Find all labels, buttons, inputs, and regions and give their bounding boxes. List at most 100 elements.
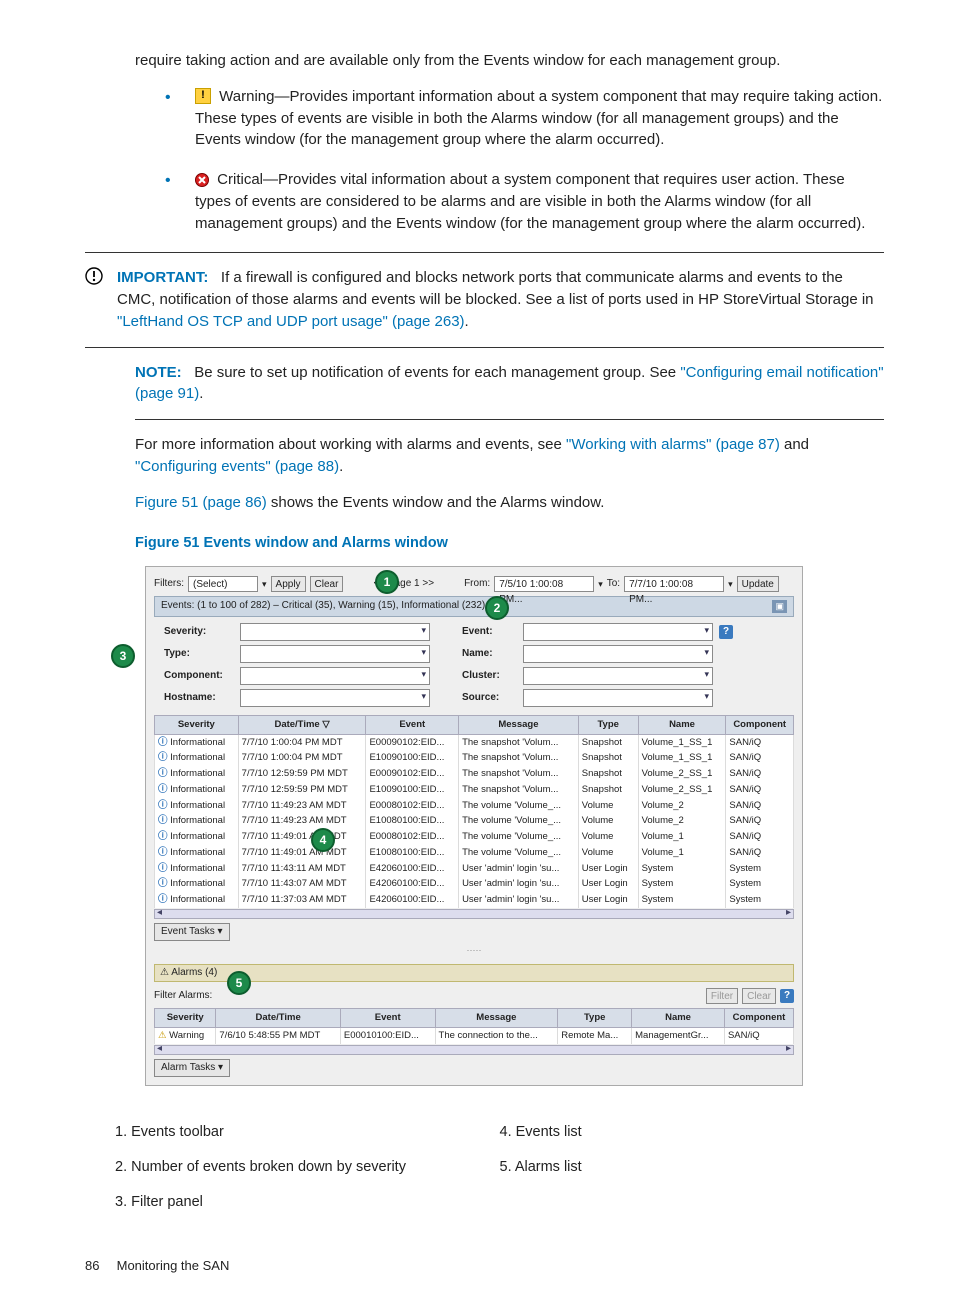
hostname-label: Hostname: bbox=[164, 691, 234, 706]
table-row[interactable]: Informational7/7/10 1:00:04 PM MDTE10090… bbox=[155, 750, 794, 766]
events-toolbar: Filters: (Select) ▾ Apply Clear << Page … bbox=[154, 576, 794, 592]
name-label: Name: bbox=[462, 647, 517, 662]
events-summary-bar: Events: (1 to 100 of 282) – Critical (35… bbox=[154, 596, 794, 617]
column-header[interactable]: Date/Time ▽ bbox=[238, 715, 366, 734]
severity-select[interactable] bbox=[240, 623, 430, 641]
note-label: NOTE: bbox=[135, 364, 182, 381]
column-header[interactable]: Name bbox=[638, 715, 726, 734]
column-header[interactable]: Component bbox=[724, 1009, 793, 1028]
events-table: SeverityDate/Time ▽EventMessageTypeNameC… bbox=[154, 715, 794, 908]
figure-ref: Figure 51 (page 86) shows the Events win… bbox=[135, 492, 884, 514]
filters-select[interactable]: (Select) bbox=[188, 576, 258, 592]
type-select[interactable] bbox=[240, 645, 430, 663]
event-label: Event: bbox=[462, 625, 517, 640]
event-select[interactable] bbox=[523, 623, 713, 641]
critical-icon bbox=[195, 172, 209, 186]
table-row[interactable]: Informational7/7/10 11:43:11 AM MDTE4206… bbox=[155, 861, 794, 877]
apply-button[interactable]: Apply bbox=[271, 576, 306, 592]
legend-2: 2. Number of events broken down by sever… bbox=[115, 1157, 500, 1178]
critical-text: Critical—Provides vital information abou… bbox=[195, 171, 865, 232]
figure-ref-rest: shows the Events window and the Alarms w… bbox=[267, 494, 605, 511]
more-info-mid: and bbox=[780, 436, 809, 453]
figure-title: Figure 51 Events window and Alarms windo… bbox=[135, 533, 884, 554]
warning-icon bbox=[195, 88, 211, 104]
hostname-select[interactable] bbox=[240, 689, 430, 707]
important-text-a: If a firewall is configured and blocks n… bbox=[117, 269, 874, 308]
alarm-clear-button[interactable]: Clear bbox=[742, 988, 776, 1004]
table-row[interactable]: Informational7/7/10 12:59:59 PM MDTE0009… bbox=[155, 766, 794, 782]
to-label: To: bbox=[607, 577, 620, 592]
event-tasks-button[interactable]: Event Tasks ▾ bbox=[154, 923, 230, 942]
column-header[interactable]: Message bbox=[459, 715, 579, 734]
alarms-table: SeverityDate/TimeEventMessageTypeNameCom… bbox=[154, 1008, 794, 1044]
warning-item: Warning—Provides important information a… bbox=[165, 86, 884, 151]
divider bbox=[85, 252, 884, 253]
component-label: Component: bbox=[164, 669, 234, 684]
table-row[interactable]: Informational7/7/10 11:49:01 AM MDTE1008… bbox=[155, 845, 794, 861]
table-row[interactable]: Informational7/7/10 11:49:23 AM MDTE0008… bbox=[155, 798, 794, 814]
page-number: 86 bbox=[85, 1257, 113, 1276]
column-header[interactable]: Severity bbox=[155, 1009, 216, 1028]
more-info-link1[interactable]: "Working with alarms" (page 87) bbox=[566, 436, 780, 453]
column-header[interactable]: Type bbox=[578, 715, 638, 734]
help-icon[interactable]: ? bbox=[780, 989, 794, 1003]
name-select[interactable] bbox=[523, 645, 713, 663]
legend-4: 4. Events list bbox=[500, 1122, 885, 1143]
legend-1: 1. Events toolbar bbox=[115, 1122, 500, 1143]
filters-label: Filters: bbox=[154, 577, 184, 592]
alarm-tasks-button[interactable]: Alarm Tasks ▾ bbox=[154, 1059, 230, 1078]
column-header[interactable]: Name bbox=[632, 1009, 725, 1028]
column-header[interactable]: Severity bbox=[155, 715, 239, 734]
alarm-filter-button[interactable]: Filter bbox=[706, 988, 738, 1004]
collapse-icon[interactable]: ▣ bbox=[772, 600, 787, 613]
component-select[interactable] bbox=[240, 667, 430, 685]
divider bbox=[85, 347, 884, 348]
filter-alarms-label: Filter Alarms: bbox=[154, 989, 212, 1004]
clear-button[interactable]: Clear bbox=[310, 576, 344, 592]
h-scrollbar[interactable] bbox=[154, 1045, 794, 1055]
cluster-select[interactable] bbox=[523, 667, 713, 685]
critical-item: Critical—Provides vital information abou… bbox=[165, 169, 884, 234]
column-header[interactable]: Event bbox=[366, 715, 459, 734]
event-type-list: Warning—Provides important information a… bbox=[135, 86, 884, 235]
to-input[interactable]: 7/7/10 1:00:08 PM... bbox=[624, 576, 724, 592]
more-info-b: . bbox=[339, 458, 343, 475]
events-summary: Events: (1 to 100 of 282) – Critical (35… bbox=[161, 599, 485, 614]
divider bbox=[135, 419, 884, 420]
severity-label: Severity: bbox=[164, 625, 234, 640]
update-button[interactable]: Update bbox=[737, 576, 779, 592]
source-label: Source: bbox=[462, 691, 517, 706]
type-label: Type: bbox=[164, 647, 234, 662]
legend-3: 3. Filter panel bbox=[115, 1192, 500, 1213]
note-text-a: Be sure to set up notification of events… bbox=[194, 364, 680, 381]
column-header[interactable]: Date/Time bbox=[216, 1009, 341, 1028]
note-block: NOTE: Be sure to set up notification of … bbox=[135, 362, 884, 406]
h-scrollbar[interactable] bbox=[154, 909, 794, 919]
table-row[interactable]: Warning7/6/10 5:48:55 PM MDTE00010100:EI… bbox=[155, 1027, 794, 1043]
table-row[interactable]: Informational7/7/10 12:59:59 PM MDTE1009… bbox=[155, 782, 794, 798]
figure-ref-link[interactable]: Figure 51 (page 86) bbox=[135, 494, 267, 511]
important-link[interactable]: "LeftHand OS TCP and UDP port usage" (pa… bbox=[117, 313, 465, 330]
figure-legend: 1. Events toolbar 4. Events list 2. Numb… bbox=[115, 1122, 884, 1213]
table-row[interactable]: Informational7/7/10 11:37:03 AM MDTE4206… bbox=[155, 892, 794, 908]
more-info-link2[interactable]: "Configuring events" (page 88) bbox=[135, 458, 339, 475]
table-row[interactable]: Informational7/7/10 11:49:23 AM MDTE1008… bbox=[155, 813, 794, 829]
column-header[interactable]: Type bbox=[558, 1009, 632, 1028]
splitter[interactable]: ····· bbox=[154, 944, 794, 957]
table-row[interactable]: Informational7/7/10 1:00:04 PM MDTE00090… bbox=[155, 734, 794, 750]
table-row[interactable]: Informational7/7/10 11:43:07 AM MDTE4206… bbox=[155, 876, 794, 892]
column-header[interactable]: Component bbox=[726, 715, 794, 734]
note-text-b: . bbox=[199, 385, 203, 402]
warning-text: Warning—Provides important information a… bbox=[195, 88, 882, 149]
important-label: IMPORTANT: bbox=[117, 269, 208, 286]
legend-5: 5. Alarms list bbox=[500, 1157, 885, 1178]
from-input[interactable]: 7/5/10 1:00:08 PM... bbox=[494, 576, 594, 592]
important-block: IMPORTANT: If a firewall is configured a… bbox=[85, 267, 884, 332]
table-row[interactable]: Informational7/7/10 11:49:01 AM MDTE0008… bbox=[155, 829, 794, 845]
column-header[interactable]: Event bbox=[340, 1009, 435, 1028]
column-header[interactable]: Message bbox=[435, 1009, 558, 1028]
help-icon[interactable]: ? bbox=[719, 625, 733, 639]
screenshot-panel: Filters: (Select) ▾ Apply Clear << Page … bbox=[145, 566, 803, 1086]
source-select[interactable] bbox=[523, 689, 713, 707]
important-text-b: . bbox=[465, 313, 469, 330]
